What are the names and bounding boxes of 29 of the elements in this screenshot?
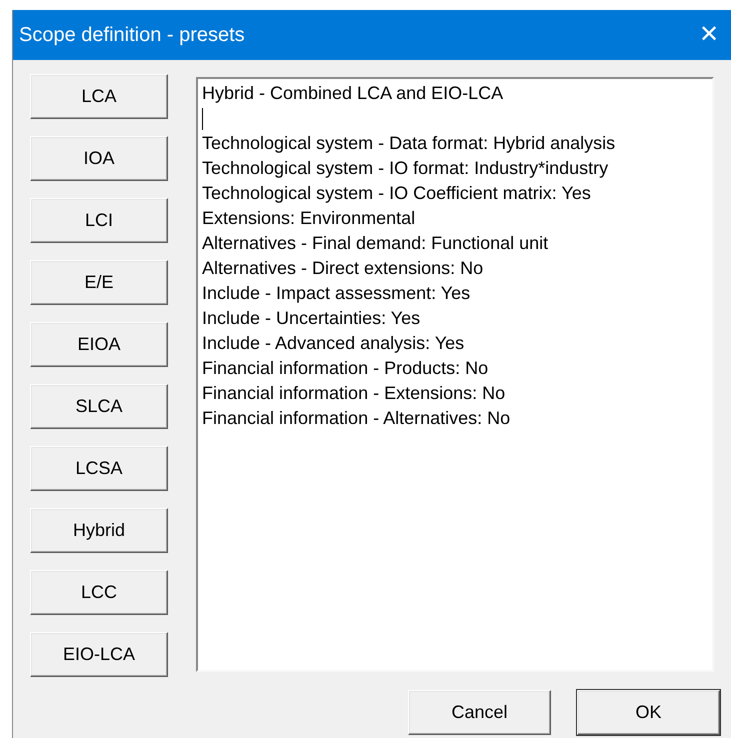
preset-button[interactable]: SLCA (30, 384, 168, 429)
description-line: Financial information - Extensions: No (202, 382, 506, 405)
description-line: Technological system - IO format: Industry*industry (202, 157, 610, 180)
preset-button[interactable]: LCC (30, 570, 168, 615)
text-cursor-icon (202, 108, 203, 130)
preset-button[interactable]: EIO-LCA (30, 632, 168, 677)
preset-button[interactable]: LCSA (30, 446, 168, 491)
description-line: Extensions: Environmental (202, 207, 416, 230)
preset-button[interactable]: LCI (30, 198, 168, 243)
preset-button[interactable]: EIOA (30, 322, 168, 367)
description-line: Alternatives - Final demand: Functional unit (202, 232, 550, 255)
description-line: Financial information - Alternatives: No (202, 407, 512, 430)
description-text-area[interactable] (196, 77, 714, 672)
preset-button[interactable]: IOA (30, 136, 168, 181)
preset-button[interactable]: Hybrid (30, 508, 168, 553)
preset-button[interactable]: LCA (30, 74, 168, 119)
description-line: Include - Impact assessment: Yes (202, 282, 472, 305)
description-line: Include - Advanced analysis: Yes (202, 332, 466, 355)
window-title: Scope definition - presets (19, 23, 245, 48)
close-button[interactable]: ✕ (687, 23, 731, 47)
description-line: Technological system - IO Coefficient matrix: Yes (202, 182, 592, 205)
description-line: Include - Uncertainties: Yes (202, 307, 422, 330)
preset-button[interactable]: E/E (30, 260, 168, 305)
ok-button[interactable]: OK (577, 690, 720, 735)
description-line: Technological system - Data format: Hybrid analysis (202, 132, 616, 155)
description-line: Financial information - Products: No (202, 357, 490, 380)
description-line: Hybrid - Combined LCA and EIO-LCA (202, 82, 504, 105)
description-line: Alternatives - Direct extensions: No (202, 257, 484, 280)
cancel-button[interactable]: Cancel (408, 690, 551, 735)
